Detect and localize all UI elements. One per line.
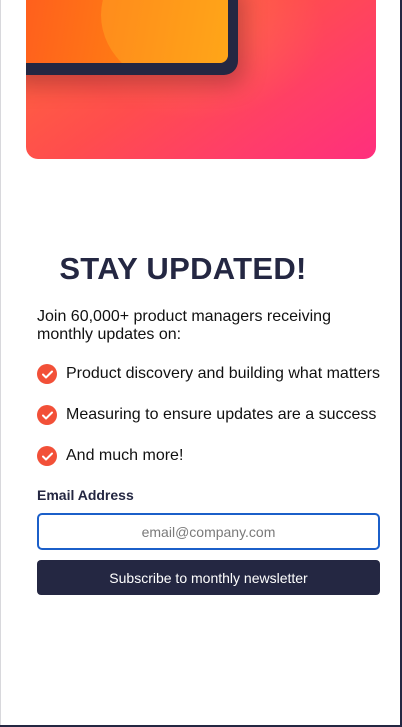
benefit-text: Product discovery and building what matt…: [66, 365, 380, 382]
email-label: Email Address: [37, 487, 134, 503]
check-icon: [37, 446, 57, 466]
check-icon: [37, 364, 57, 384]
benefit-item: Measuring to ensure updates are a succes…: [37, 405, 397, 425]
benefit-text: And much more!: [66, 447, 184, 464]
tablet-screen: [26, 0, 228, 63]
newsletter-title: STAY UPDATED!: [59, 251, 307, 286]
window-left-edge: [0, 0, 1, 727]
email-field[interactable]: [37, 513, 380, 550]
benefit-item: Product discovery and building what matt…: [37, 364, 397, 384]
benefit-text: Measuring to ensure updates are a succes…: [66, 406, 377, 423]
tablet-device-illustration: [26, 0, 238, 75]
benefit-item: And much more!: [37, 446, 397, 466]
hero-illustration: [26, 0, 376, 159]
benefits-list: Product discovery and building what matt…: [37, 364, 397, 487]
check-icon: [37, 405, 57, 425]
subscribe-button[interactable]: Subscribe to monthly newsletter: [37, 560, 380, 595]
newsletter-intro: Join 60,000+ product managers receiving …: [37, 308, 331, 343]
